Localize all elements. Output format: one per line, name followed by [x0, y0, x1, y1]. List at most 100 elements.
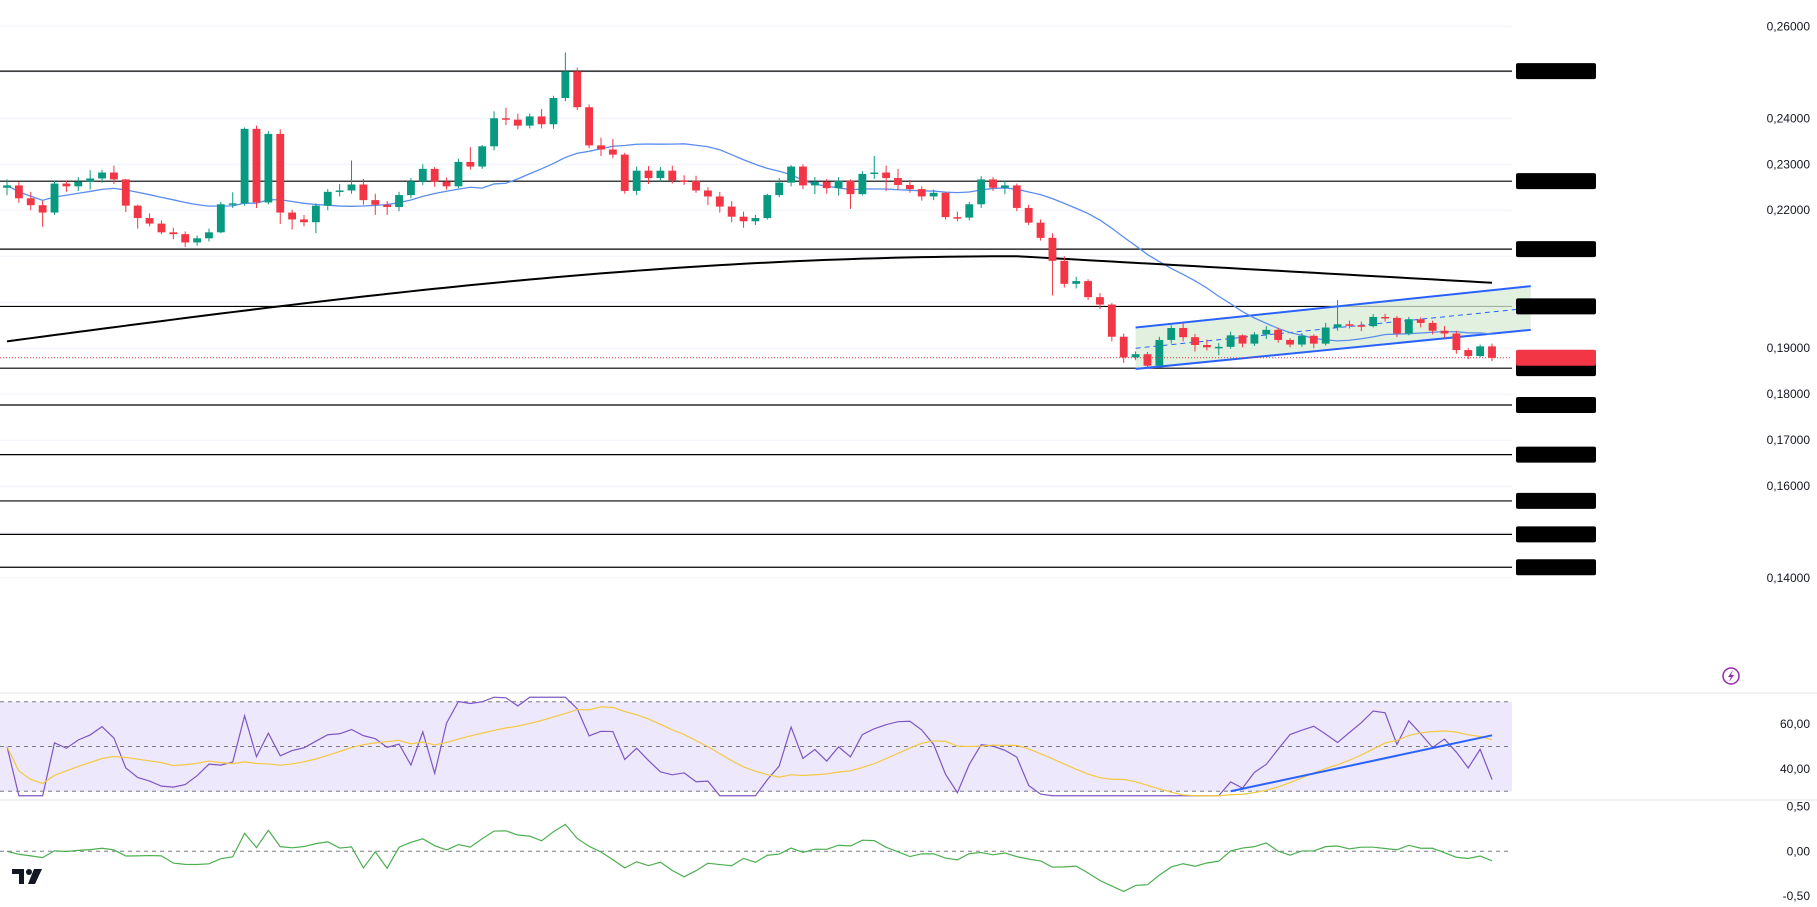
- candle-body: [1286, 339, 1294, 345]
- level-tag-label: 0,15680: [1765, 494, 1809, 508]
- candle: [1000, 180, 1009, 195]
- candle-body: [1309, 335, 1318, 344]
- candle-body: [1369, 316, 1378, 327]
- candle: [359, 178, 368, 205]
- candle: [252, 125, 261, 208]
- candle-body: [1428, 322, 1437, 331]
- candle: [62, 180, 71, 192]
- candle-body: [50, 183, 59, 213]
- candle: [14, 181, 23, 203]
- candle: [1452, 330, 1461, 354]
- candle-body: [264, 133, 273, 203]
- candle: [941, 191, 950, 220]
- candle: [977, 176, 986, 208]
- candle-body: [1000, 185, 1009, 188]
- candle: [371, 193, 380, 215]
- candle: [86, 170, 95, 190]
- candle-body: [1226, 335, 1235, 347]
- candle: [169, 227, 178, 240]
- candle: [751, 214, 760, 225]
- candle-body: [1238, 335, 1247, 344]
- chart-canvas[interactable]: 0,260000,240000,230000,220000,190000,180…: [0, 0, 1817, 907]
- candle: [573, 67, 582, 110]
- candle-body: [1096, 297, 1104, 305]
- candle: [680, 175, 689, 185]
- candle: [561, 52, 570, 102]
- candle-body: [1357, 325, 1366, 327]
- price-axis: 0,260000,240000,230000,220000,190000,180…: [1516, 19, 1810, 585]
- level-tag-label: 0,17766: [1765, 398, 1809, 412]
- candle: [193, 235, 202, 246]
- candle-body: [205, 232, 213, 239]
- level-tag: [1516, 241, 1596, 258]
- candle-body: [692, 180, 700, 191]
- candle-body: [442, 181, 451, 187]
- candle: [335, 184, 344, 197]
- candle: [383, 201, 392, 215]
- candle: [74, 177, 83, 191]
- candle-body: [418, 168, 427, 182]
- candle-body: [145, 218, 154, 224]
- candle-body: [1488, 346, 1496, 358]
- candle-body: [347, 184, 356, 191]
- candle-body: [965, 204, 974, 218]
- candle-body: [870, 172, 879, 175]
- rsi-tick-label: 60,00: [1780, 717, 1810, 731]
- candle-body: [276, 133, 285, 213]
- candle-body: [739, 216, 748, 222]
- candle-body: [98, 172, 106, 179]
- candle: [620, 152, 629, 194]
- candle: [1084, 279, 1093, 300]
- candle-body: [882, 172, 891, 179]
- candle-body: [775, 182, 784, 196]
- candle: [395, 191, 403, 212]
- candle: [38, 200, 47, 227]
- price-tick-label: 0,23000: [1767, 157, 1811, 171]
- candle-body: [478, 146, 487, 167]
- trading-chart[interactable]: 0,26000 0,24000 0,23000 0,22000 0,19000 0,180…: [0, 0, 1817, 907]
- candle-body: [929, 192, 938, 197]
- candle: [300, 214, 308, 227]
- candle-body: [1131, 354, 1140, 358]
- momentum-tick-label: -0,50: [1783, 889, 1811, 903]
- candle: [632, 166, 641, 196]
- candle: [205, 228, 213, 242]
- candle-body: [1167, 327, 1176, 340]
- candle-body: [894, 178, 902, 185]
- candle: [965, 201, 974, 221]
- candle-body: [169, 232, 178, 235]
- candle: [276, 129, 285, 225]
- candle: [608, 138, 617, 159]
- candle-body: [240, 128, 249, 204]
- candle-body: [1262, 329, 1271, 335]
- ma-short-line: [6, 143, 1493, 342]
- candle-body: [608, 149, 617, 155]
- candle-body: [311, 205, 320, 223]
- candle-body: [703, 190, 712, 197]
- level-tag-label: 0,21154: [1765, 242, 1808, 256]
- candle: [466, 147, 475, 170]
- candle-body: [799, 166, 807, 186]
- candle-body: [371, 200, 380, 205]
- candle-body: [620, 154, 629, 191]
- candle: [585, 104, 594, 149]
- candle: [454, 158, 463, 189]
- candle: [478, 144, 487, 169]
- momentum-line: [6, 823, 1493, 893]
- candle-body: [644, 170, 653, 179]
- candle: [347, 160, 356, 194]
- tradingview-logo: [12, 869, 42, 884]
- candle: [1488, 343, 1496, 362]
- candle-body: [822, 181, 831, 189]
- candle-body: [1036, 222, 1045, 238]
- candle-body: [834, 180, 843, 189]
- candle: [1048, 233, 1057, 296]
- candle-body: [1416, 319, 1425, 323]
- channel-fill: [1135, 286, 1531, 369]
- candle: [846, 179, 855, 209]
- candle-body: [466, 161, 475, 167]
- candle: [953, 211, 962, 222]
- last-price-tag-label: 0,18792: [1765, 351, 1809, 365]
- candle: [858, 171, 867, 196]
- candle-body: [359, 184, 368, 201]
